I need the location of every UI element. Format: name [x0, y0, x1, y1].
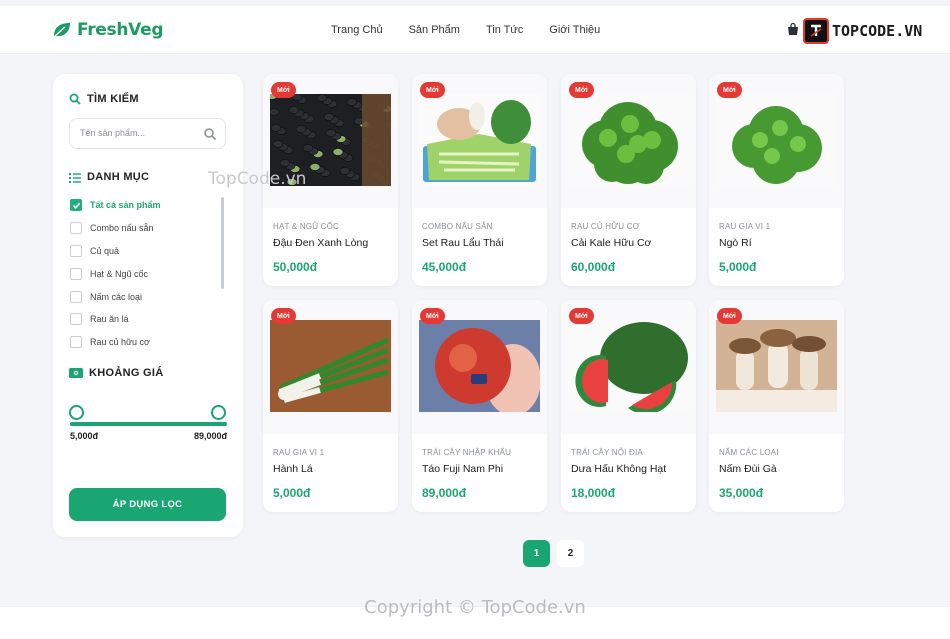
product-card[interactable]: Mới RAU GIA VỊ 1 Hành Lá 5,000đ	[263, 300, 398, 512]
money-icon	[69, 368, 83, 378]
category-section-title: DANH MỤC	[69, 171, 149, 183]
topcode-badge-icon	[803, 18, 829, 44]
new-badge: Mới	[420, 308, 445, 324]
product-category: TRÁI CÂY NỘI ĐỊA	[571, 448, 643, 457]
product-name[interactable]: Dưa Hấu Không Hạt	[571, 463, 666, 475]
category-label: Rau củ hữu cơ	[90, 337, 150, 348]
category-label: Tất cả sản phẩm	[90, 200, 161, 211]
price-max-handle[interactable]	[211, 405, 226, 420]
checkbox-icon[interactable]	[70, 336, 82, 349]
category-item[interactable]: Combo nấu sẵn	[70, 217, 220, 240]
new-badge: Mới	[271, 308, 296, 324]
new-badge: Mới	[420, 82, 445, 98]
checkbox-icon[interactable]	[70, 290, 82, 303]
product-price: 60,000đ	[571, 260, 616, 274]
price-max-label: 89,000đ	[193, 431, 227, 441]
page-button-2[interactable]: 2	[557, 540, 584, 567]
price-title: KHOẢNG GIÁ	[89, 367, 164, 379]
product-card[interactable]: Mới RAU GIA VỊ 1 Ngò Rí 5,000đ	[709, 74, 844, 286]
category-label: Combo nấu sẵn	[90, 223, 154, 234]
product-name[interactable]: Ngò Rí	[719, 237, 752, 249]
search-field[interactable]	[69, 118, 226, 149]
product-name[interactable]: Hành Lá	[273, 463, 313, 475]
product-name[interactable]: Nấm Đùi Gà	[719, 463, 777, 475]
category-item[interactable]: Rau ăn lá	[70, 308, 220, 331]
product-name[interactable]: Đậu Đen Xanh Lòng	[273, 237, 368, 249]
product-card[interactable]: Mới TRÁI CÂY NỘI ĐỊA Dưa Hấu Không Hạt 18,0…	[561, 300, 696, 512]
copyright-text: Copyright © TopCode.vn	[364, 597, 586, 618]
price-min-handle[interactable]	[69, 405, 84, 420]
category-item[interactable]: Củ quả	[70, 240, 220, 263]
price-range-track[interactable]	[70, 422, 227, 426]
category-scrollbar[interactable]	[221, 197, 224, 289]
nav-about[interactable]: Giới Thiệu	[549, 24, 600, 36]
new-badge: Mới	[569, 82, 594, 98]
search-section-title: TÌM KIẾM	[69, 93, 139, 105]
product-price: 35,000đ	[719, 486, 764, 500]
category-item[interactable]: Tất cả sản phẩm	[70, 194, 220, 217]
product-price: 89,000đ	[422, 486, 467, 500]
search-input[interactable]	[80, 128, 200, 138]
topcode-logo-text: TOPCODE.VN	[832, 22, 923, 40]
new-badge: Mới	[271, 82, 296, 98]
product-category: TRÁI CÂY NHẬP KHẨU	[422, 448, 512, 457]
topcode-watermark-logo: TOPCODE.VN	[803, 18, 922, 44]
page-button-1[interactable]: 1	[523, 540, 550, 567]
product-price: 18,000đ	[571, 486, 616, 500]
category-item[interactable]: Nấm các loại	[70, 285, 220, 308]
shopping-bag-icon[interactable]	[786, 22, 800, 36]
product-card[interactable]: Mới TRÁI CÂY NHẬP KHẨU Táo Fuji Nam Phi 89,…	[412, 300, 547, 512]
product-name[interactable]: Cải Kale Hữu Cơ	[571, 237, 651, 249]
price-section-title: KHOẢNG GIÁ	[69, 367, 164, 379]
new-badge: Mới	[717, 82, 742, 98]
product-price: 5,000đ	[719, 260, 757, 274]
watermark-text: TopCode.vn	[208, 169, 307, 189]
brand-name: FreshVeg	[77, 20, 164, 40]
leaf-icon	[54, 23, 70, 37]
product-category: RAU GIA VỊ 1	[273, 448, 325, 457]
category-item[interactable]: Rau củ hữu cơ	[70, 331, 220, 354]
nav-home[interactable]: Trang Chủ	[331, 24, 383, 36]
checkbox-checked-icon[interactable]	[70, 199, 82, 212]
checkbox-icon[interactable]	[70, 313, 82, 326]
search-icon	[69, 93, 81, 105]
site-header: FreshVeg Trang Chủ Sản Phẩm Tin Tức Giới…	[0, 6, 950, 54]
category-title: DANH MỤC	[87, 171, 150, 183]
nav-products[interactable]: Sản Phẩm	[409, 24, 460, 36]
product-category: NẤM CÁC LOẠI	[719, 448, 779, 457]
product-price: 50,000đ	[273, 260, 318, 274]
brand-logo[interactable]: FreshVeg	[52, 20, 163, 40]
pagination: 1 2	[523, 540, 584, 567]
checkbox-icon[interactable]	[70, 267, 82, 280]
apply-filter-button[interactable]: ÁP DỤNG LỌC	[69, 488, 226, 521]
product-price: 5,000đ	[273, 486, 311, 500]
search-submit-icon[interactable]	[203, 127, 217, 141]
new-badge: Mới	[717, 308, 742, 324]
product-category: HẠT & NGŨ CỐC	[273, 222, 340, 231]
category-label: Hạt & Ngũ cốc	[90, 268, 149, 279]
product-category: COMBO NẤU SẴN	[422, 222, 493, 231]
product-name[interactable]: Set Rau Lẩu Thái	[422, 237, 504, 249]
product-card[interactable]: Mới NẤM CÁC LOẠI Nấm Đùi Gà 35,000đ	[709, 300, 844, 512]
category-item[interactable]: Hạt & Ngũ cốc	[70, 262, 220, 285]
category-list: Tất cả sản phẩm Combo nấu sẵn Củ quả Hạt & …	[70, 194, 220, 354]
category-label: Củ quả	[90, 245, 120, 256]
product-category: RAU CỦ HỮU CƠ	[571, 222, 640, 231]
list-icon	[69, 172, 81, 183]
product-card[interactable]: Mới COMBO NẤU SẴN Set Rau Lẩu Thái 45,000đ	[412, 74, 547, 286]
product-card[interactable]: Mới RAU CỦ HỮU CƠ Cải Kale Hữu Cơ 60,000đ	[561, 74, 696, 286]
checkbox-icon[interactable]	[70, 222, 82, 235]
product-price: 45,000đ	[422, 260, 467, 274]
new-badge: Mới	[569, 308, 594, 324]
price-min-label: 5,000đ	[70, 431, 99, 441]
nav-news[interactable]: Tin Tức	[486, 24, 523, 36]
main-nav: Trang Chủ Sản Phẩm Tin Tức Giới Thiệu	[331, 24, 600, 36]
search-title: TÌM KIẾM	[87, 93, 139, 105]
product-category: RAU GIA VỊ 1	[719, 222, 771, 231]
filter-sidebar: TÌM KIẾM DANH MỤC Tất cả sản phẩm Combo n…	[53, 74, 243, 537]
product-name[interactable]: Táo Fuji Nam Phi	[422, 463, 503, 475]
category-label: Nấm các loại	[90, 291, 143, 302]
checkbox-icon[interactable]	[70, 244, 82, 257]
category-label: Rau ăn lá	[90, 314, 129, 325]
